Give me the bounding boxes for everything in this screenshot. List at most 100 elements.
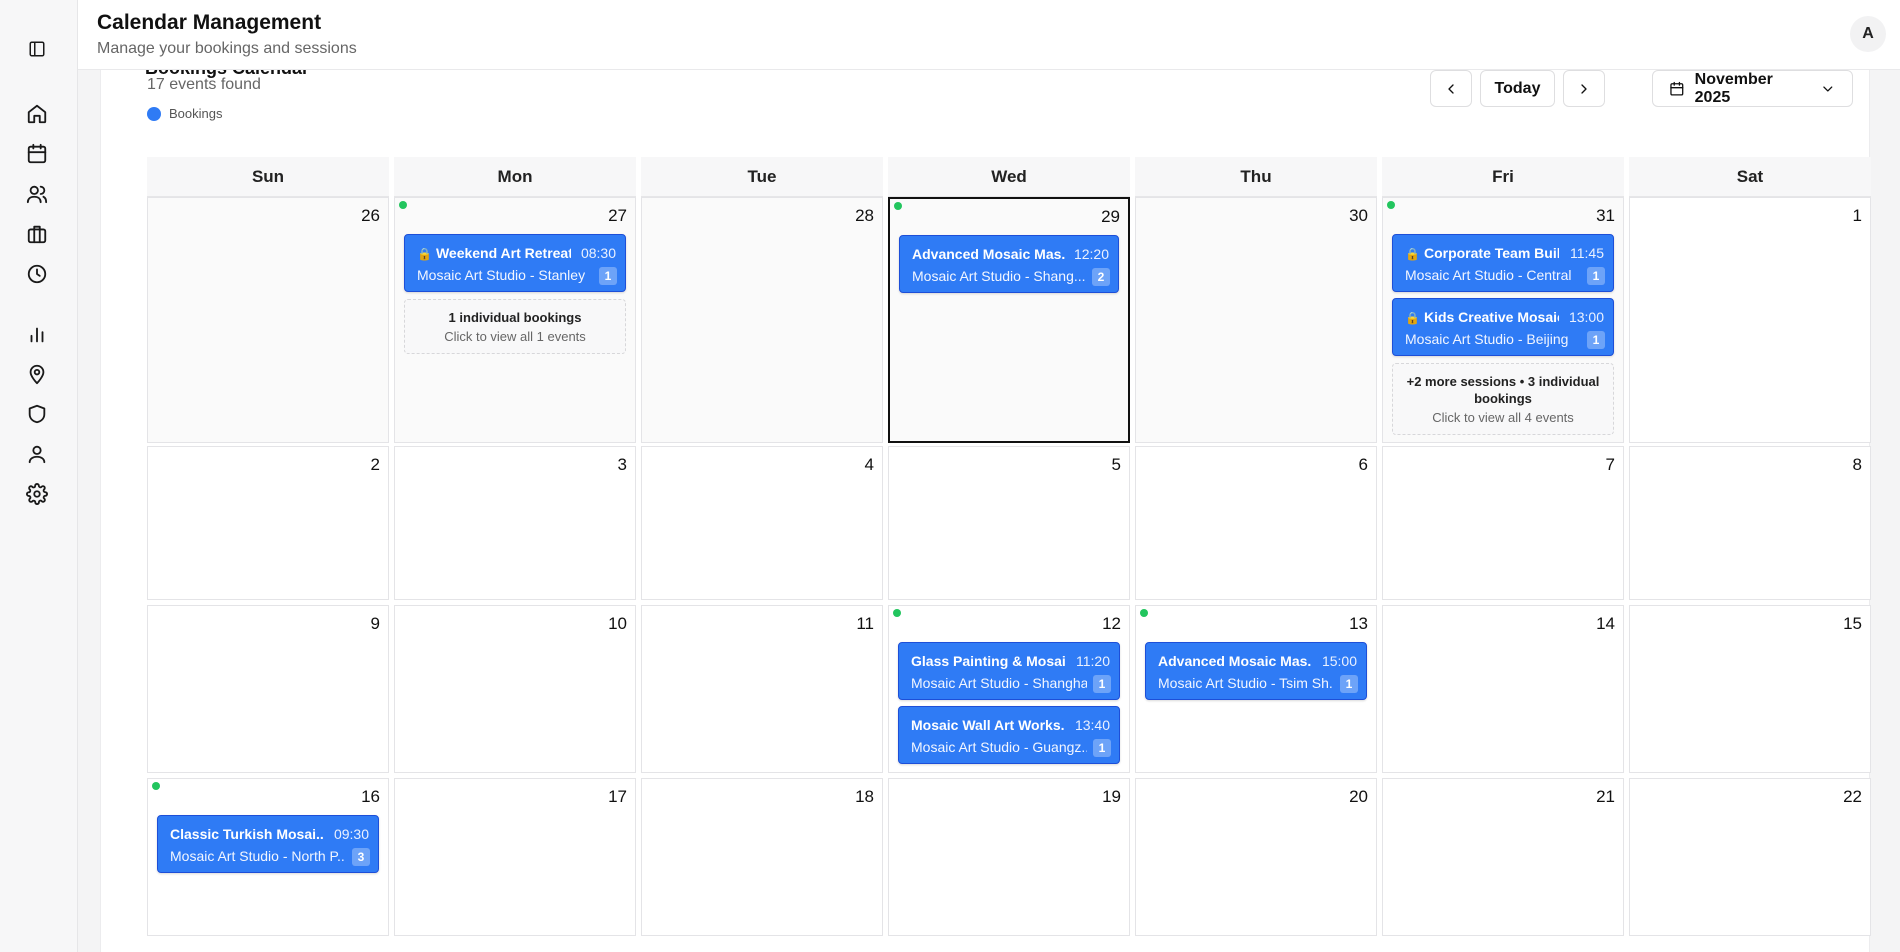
day-cell[interactable]: 7 [1382, 446, 1624, 600]
panel-left-icon[interactable] [22, 34, 52, 64]
event-title: 🔒 Weekend Art Retreat: [417, 245, 571, 261]
day-cell[interactable]: 3 [394, 446, 636, 600]
event-chip[interactable]: 🔒 Corporate Team Buildi 11:45 Mosaic Art St… [1392, 234, 1614, 292]
prev-month-button[interactable] [1430, 70, 1472, 107]
event-time: 13:00 [1568, 309, 1604, 325]
day-number: 30 [1349, 206, 1368, 225]
event-title: Classic Turkish Mosai... [170, 826, 324, 842]
day-number: 14 [1596, 614, 1615, 633]
month-picker-button[interactable]: November 2025 [1652, 70, 1853, 107]
day-cell[interactable]: 22 [1629, 778, 1871, 936]
gear-icon[interactable] [22, 479, 52, 509]
users-icon[interactable] [22, 179, 52, 209]
day-number: 4 [864, 455, 874, 474]
page-title: Calendar Management [97, 11, 322, 34]
avatar[interactable]: A [1850, 16, 1886, 52]
day-cell[interactable]: 2 [147, 446, 389, 600]
day-cell[interactable]: 17 [394, 778, 636, 936]
bar-chart-icon[interactable] [22, 319, 52, 349]
sidebar [0, 0, 78, 952]
day-cell[interactable]: 27 🔒 Weekend Art Retreat: 08:30 Mosaic Art S… [394, 197, 636, 443]
event-chip[interactable]: Classic Turkish Mosai... 09:30 Mosaic Art … [157, 815, 379, 873]
day-number: 15 [1843, 614, 1862, 633]
day-cell[interactable]: 20 [1135, 778, 1377, 936]
event-title-text: Glass Painting & Mosai... [911, 653, 1065, 669]
day-cell[interactable]: 29 Advanced Mosaic Mas... 12:20 Mosaic Art … [888, 197, 1130, 443]
home-icon[interactable] [22, 99, 52, 129]
briefcase-icon[interactable] [22, 219, 52, 249]
page-subtitle: Manage your bookings and sessions [97, 40, 357, 57]
event-count-badge: 1 [599, 267, 617, 285]
day-cell[interactable]: 16 Classic Turkish Mosai... 09:30 Mosaic Ar… [147, 778, 389, 936]
more-events-summary[interactable]: +2 more sessions • 3 individual bookings… [1392, 363, 1614, 435]
day-cell[interactable]: 19 [888, 778, 1130, 936]
day-number: 27 [608, 206, 627, 225]
event-count-badge: 1 [1340, 675, 1358, 693]
day-cell[interactable]: 1 [1629, 197, 1871, 443]
event-count-badge: 2 [1092, 268, 1110, 286]
day-header-sat: Sat [1629, 157, 1871, 197]
day-cell[interactable]: 10 [394, 605, 636, 773]
day-number: 1 [1852, 206, 1862, 225]
has-events-dot-icon [399, 201, 407, 209]
day-number: 13 [1349, 614, 1368, 633]
day-number: 7 [1605, 455, 1615, 474]
map-pin-icon[interactable] [22, 359, 52, 389]
event-chip[interactable]: Advanced Mosaic Mas... 15:00 Mosaic Art St… [1145, 642, 1367, 700]
event-chip[interactable]: Glass Painting & Mosai... 11:20 Mosaic Art… [898, 642, 1120, 700]
day-cell[interactable]: 4 [641, 446, 883, 600]
event-title: Mosaic Wall Art Works... [911, 717, 1065, 733]
day-header-fri: Fri [1382, 157, 1624, 197]
top-header: Calendar Management Manage your bookings… [78, 0, 1900, 70]
events-count: 17 events found [147, 76, 261, 93]
day-cell[interactable]: 9 [147, 605, 389, 773]
chevron-left-icon [1448, 83, 1454, 94]
event-title: Advanced Mosaic Mas... [1158, 653, 1312, 669]
day-number: 19 [1102, 787, 1121, 806]
event-title-text: Mosaic Wall Art Works... [911, 717, 1065, 733]
more-events-summary[interactable]: 1 individual bookings Click to view all 1… [404, 299, 626, 354]
day-cell[interactable]: 26 [147, 197, 389, 443]
day-cell[interactable]: 15 [1629, 605, 1871, 773]
day-cell[interactable]: 6 [1135, 446, 1377, 600]
next-month-button[interactable] [1563, 70, 1605, 107]
event-title-text: Classic Turkish Mosai... [170, 826, 324, 842]
event-location: Mosaic Art Studio - Beijing [1405, 331, 1569, 347]
event-chip[interactable]: Advanced Mosaic Mas... 12:20 Mosaic Art St… [899, 235, 1119, 293]
day-number: 28 [855, 206, 874, 225]
day-cell[interactable]: 21 [1382, 778, 1624, 936]
has-events-dot-icon [152, 782, 160, 790]
event-location: Mosaic Art Studio - Central [1405, 267, 1572, 283]
event-title: Glass Painting & Mosai... [911, 653, 1065, 669]
more-events-title: 1 individual bookings [448, 310, 582, 325]
day-number: 11 [856, 614, 874, 633]
event-count-badge: 1 [1587, 331, 1605, 349]
day-cell[interactable]: 13 Advanced Mosaic Mas... 15:00 Mosaic Art … [1135, 605, 1377, 773]
user-icon[interactable] [22, 439, 52, 469]
chevron-down-icon [1823, 85, 1833, 92]
day-number: 3 [617, 455, 627, 474]
event-chip[interactable]: 🔒 Kids Creative Mosaic 13:00 Mosaic Art Stu… [1392, 298, 1614, 356]
shield-icon[interactable] [22, 399, 52, 429]
event-chip[interactable]: Mosaic Wall Art Works... 13:40 Mosaic Art … [898, 706, 1120, 764]
event-time: 08:30 [580, 245, 616, 261]
day-cell[interactable]: 18 [641, 778, 883, 936]
day-cell[interactable]: 14 [1382, 605, 1624, 773]
day-cell[interactable]: 31 🔒 Corporate Team Buildi 11:45 Mosaic Art … [1382, 197, 1624, 443]
day-cell[interactable]: 11 [641, 605, 883, 773]
legend-dot-icon [147, 106, 161, 121]
day-cell[interactable]: 8 [1629, 446, 1871, 600]
day-cell[interactable]: 28 [641, 197, 883, 443]
day-cell[interactable]: 12 Glass Painting & Mosai... 11:20 Mosaic A… [888, 605, 1130, 773]
clock-icon[interactable] [22, 259, 52, 289]
today-button[interactable]: Today [1480, 70, 1555, 107]
event-location: Mosaic Art Studio - Tsim Sh... [1158, 675, 1334, 691]
day-cell[interactable]: 5 [888, 446, 1130, 600]
event-location: Mosaic Art Studio - Shang... [912, 268, 1086, 284]
day-header-thu: Thu [1135, 157, 1377, 197]
event-time: 12:20 [1073, 246, 1109, 262]
event-chip[interactable]: 🔒 Weekend Art Retreat: 08:30 Mosaic Art Stu… [404, 234, 626, 292]
day-cell[interactable]: 30 [1135, 197, 1377, 443]
day-number: 26 [361, 206, 380, 225]
calendar-icon[interactable] [22, 139, 52, 169]
